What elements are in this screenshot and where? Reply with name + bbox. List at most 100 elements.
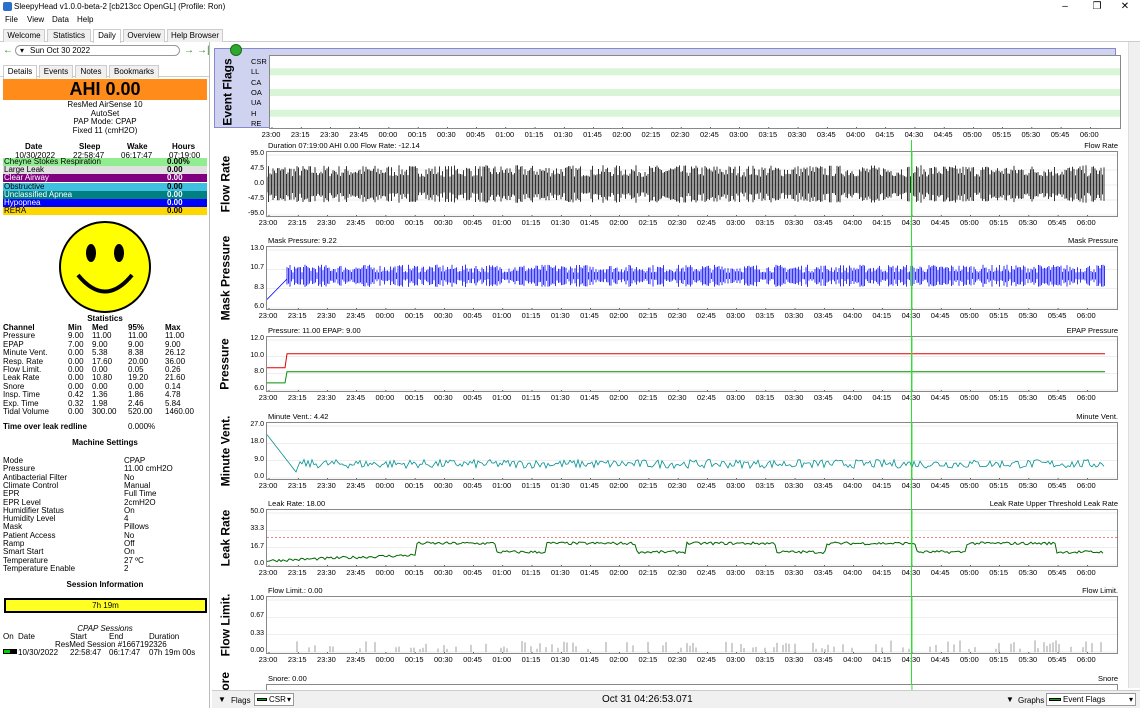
x-tick: 05:00 xyxy=(960,655,979,664)
x-tick: 03:00 xyxy=(729,130,748,139)
graph-select[interactable]: Event Flags ▾ xyxy=(1046,693,1136,706)
x-tick: 04:45 xyxy=(930,655,950,664)
x-tick: 01:15 xyxy=(521,481,541,490)
y-tick: 50.0 xyxy=(250,508,264,515)
x-tick: 23:00 xyxy=(258,655,278,664)
tab-help-browser[interactable]: Help Browser xyxy=(167,29,223,42)
x-tick: 23:15 xyxy=(290,130,310,139)
x-tick: 02:15 xyxy=(638,393,658,402)
session-toggle[interactable] xyxy=(3,649,17,654)
graph-scrollbar[interactable] xyxy=(1128,42,1140,688)
graph-title: Mask Pressure xyxy=(218,235,233,321)
back-arrow-icon[interactable]: ← xyxy=(3,45,13,56)
pin-icon[interactable] xyxy=(230,44,242,56)
x-tick: 02:30 xyxy=(667,568,687,577)
tab-overview[interactable]: Overview xyxy=(123,29,165,42)
csr-swatch xyxy=(257,698,267,701)
x-tick: 01:00 xyxy=(492,655,512,664)
graph-header: Mask Pressure: 9.22 xyxy=(268,236,337,245)
y-tick: 12.0 xyxy=(250,335,264,342)
graph-plot[interactable] xyxy=(266,151,1118,217)
graphs-dropdown-icon[interactable]: ▼ xyxy=(1006,695,1014,704)
graphs-button[interactable]: Graphs xyxy=(1018,696,1044,705)
x-tick: 03:00 xyxy=(726,218,745,227)
x-tick: 03:30 xyxy=(784,481,804,490)
flags-button[interactable]: Flags xyxy=(231,696,251,705)
x-tick: 03:30 xyxy=(784,568,804,577)
graph-legend: Mask Pressure xyxy=(1067,236,1118,245)
subtab-details[interactable]: Details xyxy=(3,65,37,79)
event-row[interactable]: RERA 0.00 xyxy=(3,207,207,216)
minimize-button[interactable]: – xyxy=(1050,0,1080,14)
x-tick: 04:00 xyxy=(843,393,862,402)
x-tick: 00:30 xyxy=(433,568,453,577)
x-tick: 02:15 xyxy=(641,130,661,139)
subtab-notes[interactable]: Notes xyxy=(75,65,107,78)
x-tick: 03:30 xyxy=(784,393,804,402)
x-tick: 02:45 xyxy=(696,655,716,664)
graph-plot[interactable] xyxy=(266,422,1118,480)
x-tick: 03:00 xyxy=(726,393,745,402)
date-selector[interactable]: ▾ Sun Oct 30 2022 xyxy=(15,45,180,56)
y-tick: UA xyxy=(251,98,262,108)
x-tick: 00:15 xyxy=(404,311,424,320)
menu-help[interactable]: Help xyxy=(77,15,93,24)
x-tick: 01:45 xyxy=(580,655,599,664)
x-tick: 02:30 xyxy=(670,130,690,139)
y-tick: 47.5 xyxy=(250,165,264,172)
x-tick: 04:00 xyxy=(843,311,862,320)
x-tick: 05:00 xyxy=(960,311,979,320)
tab-statistics[interactable]: Statistics xyxy=(47,29,91,42)
x-tick: 02:15 xyxy=(638,655,658,664)
setting-value: 2 xyxy=(124,563,129,573)
x-tick: 01:30 xyxy=(550,481,570,490)
graph-title: Pressure xyxy=(218,338,232,390)
leak-redline-label: Time over leak redline xyxy=(3,422,87,431)
subtab-bookmarks[interactable]: Bookmarks xyxy=(109,65,159,78)
x-tick: 05:15 xyxy=(989,218,1009,227)
x-tick: 03:45 xyxy=(813,218,833,227)
x-tick: 01:00 xyxy=(492,568,512,577)
graph-plot[interactable] xyxy=(266,596,1118,654)
tab-daily[interactable]: Daily xyxy=(93,29,121,43)
y-tick: 18.0 xyxy=(250,438,264,446)
graph-plot[interactable] xyxy=(266,336,1118,392)
y-tick: 13.0 xyxy=(250,245,264,252)
menu-data[interactable]: Data xyxy=(52,15,69,24)
x-tick: 05:15 xyxy=(989,568,1009,577)
x-tick: 04:15 xyxy=(872,655,892,664)
last-day-icon[interactable]: →| xyxy=(197,45,209,56)
x-tick: 03:00 xyxy=(726,655,745,664)
x-tick: 23:00 xyxy=(258,481,278,490)
graph-legend: Flow Rate xyxy=(1084,141,1118,150)
graph-plot[interactable] xyxy=(269,55,1121,129)
y-tick: 0.0 xyxy=(254,180,264,187)
menu-view[interactable]: View xyxy=(27,15,44,24)
y-tick: 0.0 xyxy=(254,473,264,480)
x-tick: 04:00 xyxy=(846,130,865,139)
x-tick: 00:45 xyxy=(466,130,485,139)
forward-arrow-icon[interactable]: → xyxy=(184,45,194,56)
x-tick: 01:00 xyxy=(492,481,512,490)
csr-select[interactable]: CSR ▾ xyxy=(254,693,294,706)
x-tick: 23:30 xyxy=(317,311,336,320)
flags-dropdown-icon[interactable]: ▼ xyxy=(218,695,226,704)
x-tick: 01:45 xyxy=(583,130,602,139)
maximize-button[interactable]: ❐ xyxy=(1082,0,1112,14)
graph-plot[interactable] xyxy=(266,509,1118,567)
x-tick: 04:30 xyxy=(901,655,921,664)
x-tick: 02:15 xyxy=(638,481,658,490)
y-tick: 0.0 xyxy=(254,560,264,567)
pressure-setting: Fixed 11 (cmH2O) xyxy=(72,125,138,135)
graph-canvas xyxy=(267,247,1117,309)
menu-file[interactable]: File xyxy=(5,15,18,24)
graph-panel: Minute Vent. Minute Vent.: 4.42 Minute Ven… xyxy=(212,408,1140,492)
x-tick: 05:30 xyxy=(1018,655,1038,664)
x-tick: 06:00 xyxy=(1076,393,1096,402)
graph-plot[interactable] xyxy=(266,246,1118,310)
subtab-events[interactable]: Events xyxy=(39,65,73,78)
tab-welcome[interactable]: Welcome xyxy=(3,29,45,42)
close-button[interactable]: ✕ xyxy=(1110,0,1140,14)
x-tick: 01:00 xyxy=(495,130,515,139)
y-tick: CSR xyxy=(251,57,267,66)
